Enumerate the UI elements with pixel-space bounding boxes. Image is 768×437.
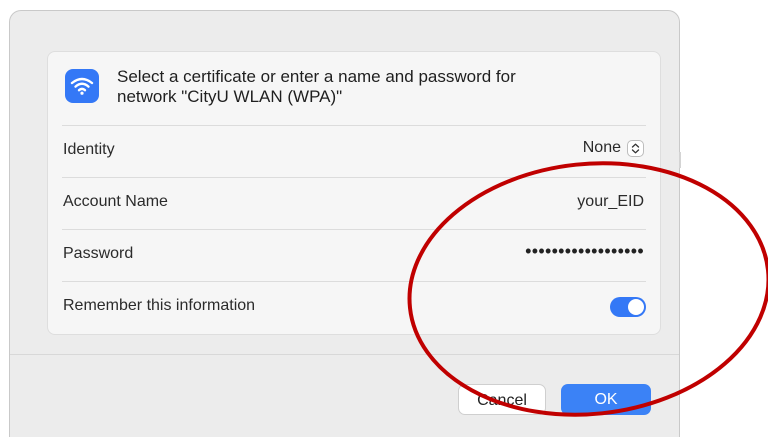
network-prompt: Select a certificate or enter a name and… xyxy=(117,67,637,107)
password-field[interactable]: •••••••••••••••••• xyxy=(525,241,644,262)
chevron-updown-icon[interactable] xyxy=(627,139,644,157)
footer-divider xyxy=(10,354,679,355)
wifi-login-dialog: Select a certificate or enter a name and… xyxy=(9,10,680,437)
top-white-area xyxy=(0,0,230,10)
identity-label: Identity xyxy=(63,141,115,158)
account-name-row: Account Name your_EID xyxy=(48,177,660,229)
cancel-button[interactable]: Cancel xyxy=(458,384,546,415)
account-name-label: Account Name xyxy=(63,193,168,210)
prompt-line-2: network "CityU WLAN (WPA)" xyxy=(117,87,343,106)
account-name-field[interactable]: your_EID xyxy=(577,193,644,211)
credentials-card: Select a certificate or enter a name and… xyxy=(47,51,661,335)
remember-row: Remember this information xyxy=(48,281,660,333)
password-row: Password •••••••••••••••••• xyxy=(48,229,660,281)
identity-select[interactable]: None xyxy=(583,139,644,157)
password-label: Password xyxy=(63,245,134,262)
identity-select-value: None xyxy=(582,139,621,156)
remember-toggle[interactable] xyxy=(610,297,646,317)
prompt-line-1: Select a certificate or enter a name and… xyxy=(117,67,516,86)
remember-label: Remember this information xyxy=(63,297,256,314)
toggle-knob xyxy=(628,299,644,315)
window-edge-mark xyxy=(679,152,681,168)
wifi-icon-glyph xyxy=(70,77,94,95)
ok-button[interactable]: OK xyxy=(561,384,651,415)
identity-row: Identity None xyxy=(48,125,660,177)
wifi-icon xyxy=(65,69,99,103)
page: Select a certificate or enter a name and… xyxy=(0,0,768,437)
